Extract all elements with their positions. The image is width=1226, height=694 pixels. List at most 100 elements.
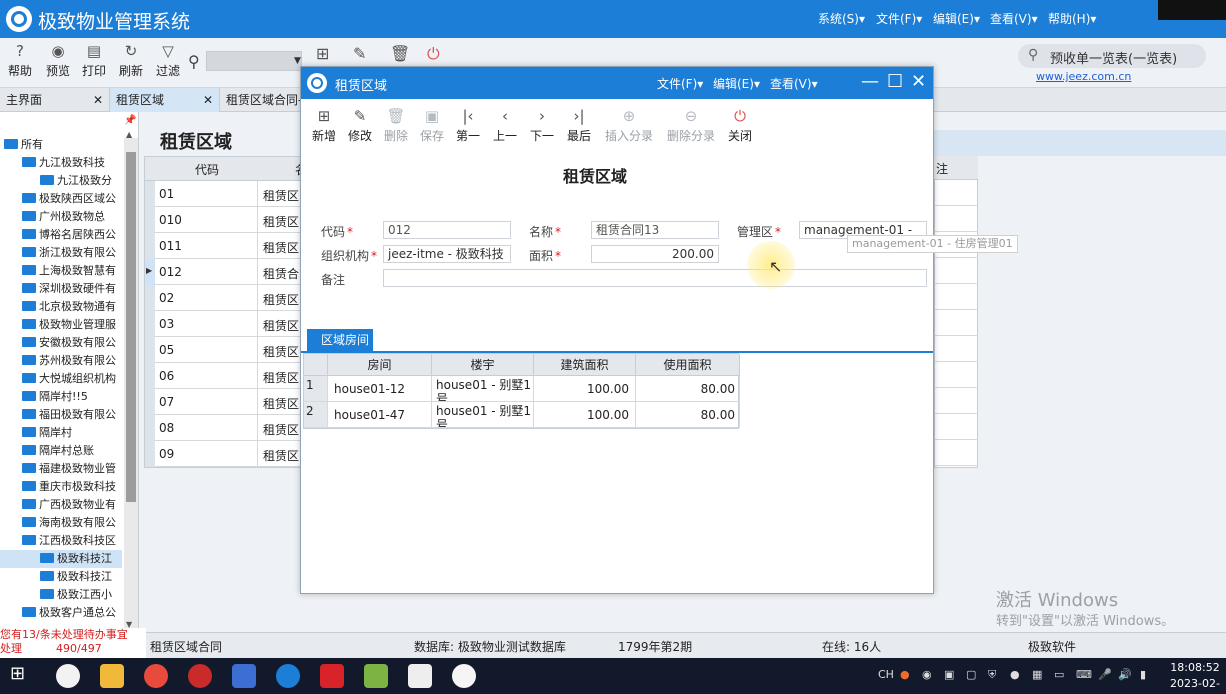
tree-item[interactable]: 极致陕西区域公 xyxy=(0,190,122,208)
org-field[interactable]: jeez-itme - 极致科技 xyxy=(383,245,511,263)
network-icon[interactable]: ▭ xyxy=(1054,668,1064,681)
name-field[interactable]: 租赁合同13 xyxy=(591,221,719,239)
menu-view[interactable]: 查看(V)▾ xyxy=(990,10,1038,27)
website-link[interactable]: www.jeez.com.cn xyxy=(1036,70,1131,83)
menu-file[interactable]: 文件(F)▾ xyxy=(876,10,922,27)
menu-edit[interactable]: 编辑(E)▾ xyxy=(933,10,980,27)
tree-item[interactable]: 上海极致智慧有 xyxy=(0,262,122,280)
delete-row-button[interactable]: ⊖ 删除分录 xyxy=(663,107,719,144)
todo-notice[interactable]: 您有13/条未处理待办事宜 处理 490/497 xyxy=(0,628,146,658)
volume-icon[interactable]: 🔊 xyxy=(1118,668,1132,681)
table-row[interactable]: 01 租赁区 xyxy=(145,181,313,207)
tab-main[interactable]: 主界面 ✕ xyxy=(0,88,110,112)
battery-icon[interactable]: ▮ xyxy=(1140,668,1146,681)
search-input[interactable] xyxy=(206,51,302,71)
chevron-down-icon[interactable]: ▼ xyxy=(294,56,301,66)
edit-button[interactable]: ✎ 修改 xyxy=(343,107,377,144)
insert-row-button[interactable]: ⊕ 插入分录 xyxy=(601,107,657,144)
row-selector[interactable]: ▶ xyxy=(145,259,155,285)
scroll-up-icon[interactable]: ▲ xyxy=(126,130,132,139)
preview-button[interactable]: ◉ 预览 xyxy=(40,42,76,79)
row-selector[interactable] xyxy=(145,337,155,363)
row-selector[interactable] xyxy=(145,311,155,337)
delete-icon[interactable]: 🗑 xyxy=(390,44,410,63)
tree-item[interactable]: 所有 xyxy=(0,136,122,154)
tray-icon-chat[interactable]: ● xyxy=(1010,668,1020,681)
tree-item[interactable]: 重庆市极致科技 xyxy=(0,478,122,496)
tab-area-rooms[interactable]: 区域房间 xyxy=(307,329,373,351)
row-selector[interactable] xyxy=(145,441,155,467)
table-row-note-cell[interactable] xyxy=(934,388,978,414)
maximize-button[interactable]: ☐ xyxy=(887,71,903,92)
filter-button[interactable]: ▽ 过滤 xyxy=(150,42,186,79)
print-button[interactable]: ▤ 打印 xyxy=(76,42,112,79)
jeez-app-icon[interactable] xyxy=(276,664,300,688)
tree-item[interactable]: 隔岸村总账 xyxy=(0,442,122,460)
table-row-note-cell[interactable] xyxy=(934,440,978,466)
tray-icon-s[interactable]: ● xyxy=(900,668,910,681)
table-row[interactable]: 02 租赁区 xyxy=(145,285,313,311)
tree-item[interactable]: 浙江极致有限公 xyxy=(0,244,122,262)
tree-item[interactable]: 极致科技江 xyxy=(0,568,122,586)
close-icon[interactable]: ✕ xyxy=(203,88,213,112)
table-row[interactable]: 03 租赁区 xyxy=(145,311,313,337)
table-row[interactable]: 08 租赁区 xyxy=(145,415,313,441)
minimize-button[interactable]: — xyxy=(861,71,879,92)
dialog-title-bar[interactable]: 租赁区域 文件(F)▾ 编辑(E)▾ 查看(V)▾ — ☐ ✕ xyxy=(301,67,933,99)
table-row-note-cell[interactable] xyxy=(934,180,978,206)
tree-item[interactable]: 苏州极致有限公 xyxy=(0,352,122,370)
ime-indicator[interactable]: CH xyxy=(878,668,894,681)
next-button[interactable]: › 下一 xyxy=(525,107,559,144)
help-button[interactable]: ? 帮助 xyxy=(2,42,38,79)
delete-button[interactable]: 🗑 删除 xyxy=(379,107,413,144)
table-row-note-cell[interactable] xyxy=(934,362,978,388)
row-selector[interactable] xyxy=(145,181,155,207)
table-row-note-cell[interactable] xyxy=(934,284,978,310)
table-row[interactable]: 06 租赁区 xyxy=(145,363,313,389)
room-cell-no[interactable]: 1 xyxy=(304,376,328,402)
table-row[interactable]: ▶ 012 租赁合 xyxy=(145,259,313,285)
tree-item[interactable]: 福建极致物业管 xyxy=(0,460,122,478)
tree-item[interactable]: 深圳极致硬件有 xyxy=(0,280,122,298)
windows-start-icon[interactable]: ⊞ xyxy=(10,663,34,687)
tree-item[interactable]: 九江极致分 xyxy=(0,172,122,190)
row-selector[interactable] xyxy=(145,285,155,311)
table-row[interactable]: 011 租赁区 xyxy=(145,233,313,259)
tab-lease-contract[interactable]: 租赁区域合同- xyxy=(220,88,304,112)
dialog-menu-view[interactable]: 查看(V)▾ xyxy=(770,75,818,92)
dialog-menu-edit[interactable]: 编辑(E)▾ xyxy=(713,75,760,92)
refresh-button[interactable]: ↻ 刷新 xyxy=(113,42,149,79)
remote-desktop-icon[interactable] xyxy=(232,664,256,688)
menu-help[interactable]: 帮助(H)▾ xyxy=(1048,10,1096,27)
table-row-note-cell[interactable] xyxy=(934,258,978,284)
dialog-menu-file[interactable]: 文件(F)▾ xyxy=(657,75,703,92)
table-row[interactable]: 010 租赁区 xyxy=(145,207,313,233)
tree-item[interactable]: 极致科技江 xyxy=(0,550,122,568)
table-row[interactable]: 09 租赁区 xyxy=(145,441,313,467)
tree-item[interactable]: 海南极致有限公 xyxy=(0,514,122,532)
room-cell-no[interactable]: 2 xyxy=(304,402,328,428)
last-button[interactable]: ›| 最后 xyxy=(562,107,596,144)
wps-icon[interactable] xyxy=(320,664,344,688)
video-editor-icon[interactable] xyxy=(408,664,432,688)
android-icon[interactable] xyxy=(364,664,388,688)
tree-item[interactable]: 极致物业管理服 xyxy=(0,316,122,334)
save-button[interactable]: ▣ 保存 xyxy=(415,107,449,144)
area-field[interactable]: 200.00 xyxy=(591,245,719,263)
tree-scroll-thumb[interactable] xyxy=(126,152,136,502)
file-explorer-icon[interactable] xyxy=(100,664,124,688)
add-icon[interactable]: ⊞ xyxy=(316,44,329,63)
taskbar-clock[interactable]: 18:08:52 2023-02-15 xyxy=(1168,660,1222,694)
tree-item[interactable]: 广西极致物业有 xyxy=(0,496,122,514)
table-row-note-cell[interactable] xyxy=(934,336,978,362)
prev-button[interactable]: ‹ 上一 xyxy=(488,107,522,144)
tray-icon-box[interactable]: ▢ xyxy=(966,668,976,681)
tree-item[interactable]: 极致江西小 xyxy=(0,586,122,604)
first-button[interactable]: |‹ 第一 xyxy=(451,107,485,144)
tree-item[interactable]: 江西极致科技区 xyxy=(0,532,122,550)
tree-item[interactable]: 隔岸村!!5 xyxy=(0,388,122,406)
menu-system[interactable]: 系统(S)▾ xyxy=(818,10,865,27)
close-button[interactable]: ✕ xyxy=(911,71,926,92)
quick-search-box[interactable]: ⚲ 预收单一览表(一览表) xyxy=(1018,44,1206,68)
table-row-note-cell[interactable] xyxy=(934,206,978,232)
